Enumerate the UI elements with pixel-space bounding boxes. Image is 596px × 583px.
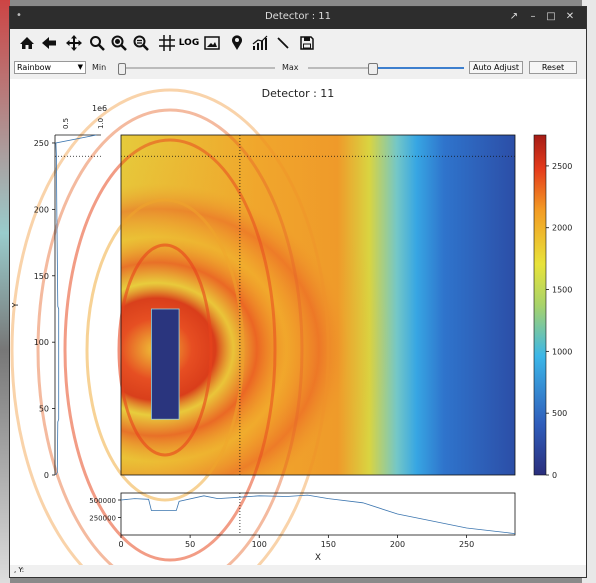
- x-tick-label: 100: [252, 540, 267, 549]
- x-tick-label: 250: [459, 540, 474, 549]
- colorbar-tick-label: 2500: [552, 162, 572, 171]
- y-tick-label: 100: [34, 338, 49, 347]
- x-tick-label: 200: [390, 540, 405, 549]
- toolbar: LOG: [10, 29, 586, 57]
- line-icon[interactable]: [274, 34, 292, 52]
- log-scale-icon[interactable]: LOG: [178, 34, 200, 52]
- bottom-tick-label: 500000: [89, 497, 116, 505]
- plot-area: Detector : 11 0 50 100 150 200 250 Y 1e6…: [10, 79, 586, 583]
- detector-window: • Detector : 11 ↗ – □ ✕ LOG Rainbow ▼ Mi…: [9, 6, 587, 583]
- min-slider[interactable]: [119, 67, 275, 69]
- y-tick-label: 150: [34, 272, 49, 281]
- x-tick-label: 50: [185, 540, 195, 549]
- grid-icon[interactable]: [158, 34, 176, 52]
- auto-adjust-button[interactable]: Auto Adjust: [469, 61, 523, 74]
- controls-bar: Rainbow ▼ Min Max Auto Adjust Reset: [10, 58, 586, 78]
- x-axis: 0 50 100 150 200 250: [118, 535, 474, 549]
- y-axis-label: Y: [11, 302, 20, 308]
- maximize-button[interactable]: □: [544, 10, 558, 24]
- beamstop-mask: [151, 308, 180, 420]
- profile-icon[interactable]: [251, 34, 269, 52]
- colorbar: 0 500 1000 1500 2000 2500: [533, 134, 572, 480]
- colorbar-tick-label: 500: [552, 409, 567, 418]
- y-tick-label: 250: [34, 139, 49, 148]
- zoom-icon[interactable]: [88, 34, 106, 52]
- max-label: Max: [282, 63, 299, 72]
- y-tick-label: 0: [44, 471, 49, 480]
- bottom-profile-panel: 250000 500000 0 50 100 150 200 250 X: [89, 492, 516, 563]
- bottom-profile-line: [120, 494, 516, 534]
- colorbar-tick-label: 0: [552, 471, 557, 480]
- x-axis-label: X: [315, 553, 321, 563]
- colorbar-tick-label: 1500: [552, 286, 572, 295]
- min-slider-handle[interactable]: [118, 63, 126, 75]
- image-icon[interactable]: [203, 34, 221, 52]
- close-button[interactable]: ✕: [563, 10, 577, 24]
- title-bar[interactable]: • Detector : 11 ↗ – □ ✕: [10, 7, 586, 29]
- bottom-frame: [120, 492, 516, 536]
- marker-icon[interactable]: [228, 34, 246, 52]
- min-label: Min: [92, 63, 107, 72]
- side-tick-0.5: 0.5: [62, 118, 70, 129]
- back-icon[interactable]: [40, 34, 58, 52]
- status-bar: , Y:: [14, 566, 25, 574]
- colormap-select[interactable]: Rainbow ▼: [14, 61, 86, 74]
- max-slider-handle[interactable]: [367, 63, 378, 75]
- heatmap-panel: 0 50 100 150 200 250 Y: [10, 88, 516, 583]
- pan-icon[interactable]: [65, 34, 83, 52]
- colorbar-tick-label: 1000: [552, 347, 572, 356]
- heatmap-rings: [121, 135, 515, 475]
- max-slider-fill: [371, 67, 464, 69]
- pin-button[interactable]: ↗: [507, 10, 521, 24]
- side-tick-1.0: 1.0: [97, 118, 105, 129]
- chevron-down-icon: ▼: [77, 63, 83, 71]
- y-tick-label: 50: [39, 405, 49, 414]
- zoom-out-icon[interactable]: [132, 34, 150, 52]
- side-offset-label: 1e6: [92, 104, 107, 113]
- x-tick-label: 0: [118, 540, 123, 549]
- colorbar-gradient: [533, 134, 547, 476]
- plot-title: Detector : 11: [262, 87, 335, 100]
- save-icon[interactable]: [298, 34, 316, 52]
- minimize-button[interactable]: –: [526, 10, 540, 24]
- home-icon[interactable]: [18, 34, 36, 52]
- plot-canvas[interactable]: Detector : 11 0 50 100 150 200 250 Y 1e6 0.5 …: [10, 79, 586, 583]
- colorbar-tick-label: 2000: [552, 224, 572, 233]
- window-title: Detector : 11: [264, 11, 332, 22]
- y-tick-label: 200: [34, 205, 49, 214]
- colormap-value: Rainbow: [17, 63, 52, 72]
- zoom-in-icon[interactable]: [110, 34, 128, 52]
- reset-button[interactable]: Reset: [529, 61, 577, 74]
- x-tick-label: 150: [321, 540, 336, 549]
- bottom-tick-label: 250000: [89, 515, 116, 523]
